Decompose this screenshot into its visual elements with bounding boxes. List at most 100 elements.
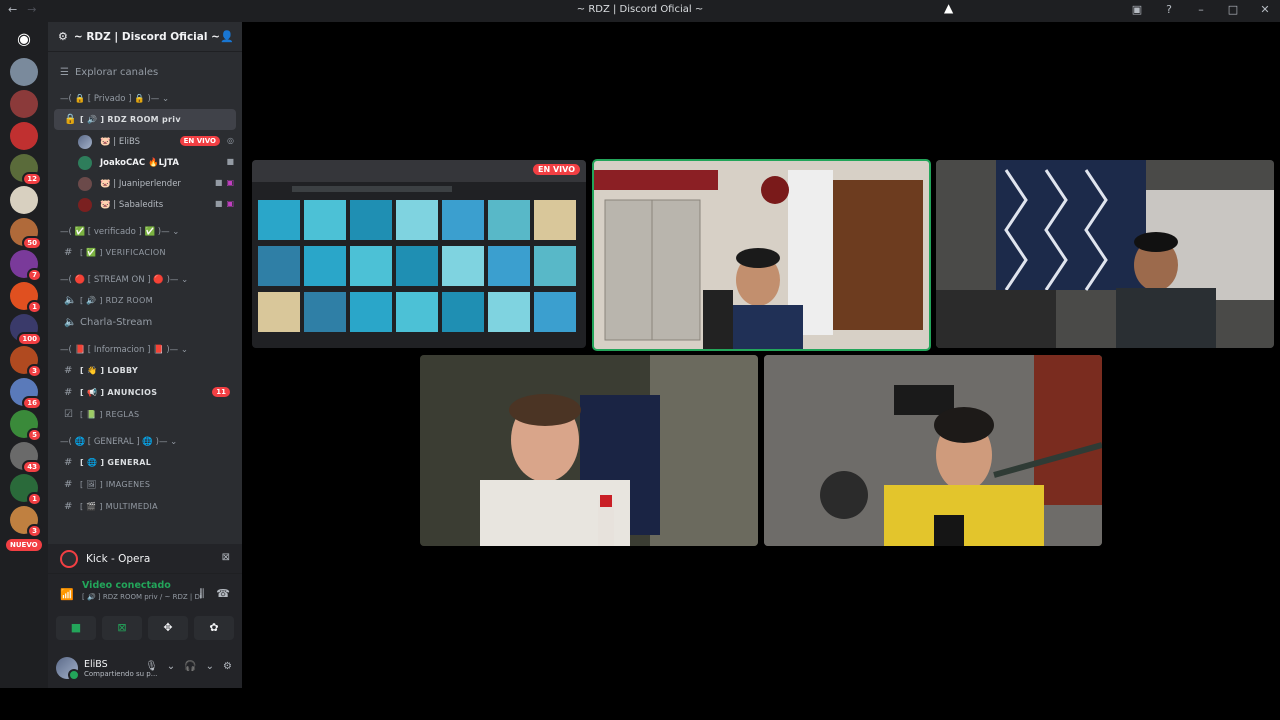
back-icon[interactable]: ← bbox=[8, 3, 17, 16]
chevron-down-icon[interactable]: ⌄ bbox=[206, 661, 214, 672]
image-thumbnail bbox=[488, 246, 530, 286]
mention-badge: 16 bbox=[22, 396, 42, 410]
soundboard-button[interactable]: ✿ bbox=[194, 616, 234, 640]
channel-room-priv[interactable]: 🔒 [ 🔊 ] RDZ ROOM priv bbox=[54, 109, 236, 130]
screen-share-button[interactable]: ⊠ bbox=[102, 616, 142, 640]
server-icon[interactable]: 7 bbox=[10, 250, 42, 282]
server-icon[interactable]: 12 bbox=[10, 154, 42, 186]
voice-user[interactable]: 🐷 | EliBS EN VIVO ◎ bbox=[48, 131, 242, 152]
chevron-down-icon[interactable]: ⌄ bbox=[167, 661, 175, 672]
voice-channel-path[interactable]: [ 🔊 ] RDZ ROOM priv / ~ RDZ | Discor... bbox=[82, 593, 202, 601]
screen-share-preview bbox=[252, 160, 586, 332]
camera-icon: ■ bbox=[214, 199, 223, 208]
hash-icon: # bbox=[64, 365, 73, 376]
server-icon[interactable]: 16 bbox=[10, 378, 42, 410]
screen-share-tile[interactable]: EN VIVO bbox=[252, 160, 586, 348]
server-icon[interactable] bbox=[10, 90, 38, 118]
video-tile[interactable] bbox=[764, 355, 1102, 546]
server-icon[interactable]: 100 bbox=[10, 314, 42, 346]
channel-imagenes[interactable]: # [ 🖼 ] IMAGENES bbox=[54, 474, 236, 495]
avatar bbox=[78, 155, 92, 170]
forward-icon[interactable]: → bbox=[27, 3, 36, 16]
user-info[interactable]: EliBS Compartiendo su p... 🎙 ⌄ 🎧 ⌄ ⚙ bbox=[48, 648, 242, 688]
gear-icon[interactable]: ⚙ bbox=[223, 661, 232, 672]
camera-button[interactable]: ■ bbox=[56, 616, 96, 640]
category-privado[interactable]: —( 🔒 [ Privado ] 🔒 )— ⌄ bbox=[48, 90, 242, 108]
close-button[interactable]: ✕ bbox=[1258, 3, 1272, 16]
explore-label: Explorar canales bbox=[74, 66, 159, 78]
server-icon[interactable] bbox=[10, 58, 38, 86]
opera-icon bbox=[60, 549, 78, 568]
server-icon[interactable] bbox=[10, 122, 38, 150]
voice-user-name: 🐷 | Juaniperlender bbox=[100, 178, 181, 189]
maximize-button[interactable]: □ bbox=[1226, 3, 1240, 16]
server-icon[interactable]: 3 bbox=[10, 346, 42, 378]
inbox-icon[interactable]: ▣ bbox=[1130, 3, 1144, 16]
server-icon[interactable]: 43 bbox=[10, 442, 42, 474]
voice-user-name: 🐷 | Sabaledits bbox=[100, 199, 164, 210]
channel-reglas[interactable]: ☑ [ 📗 ] REGLAS bbox=[54, 404, 236, 425]
disconnect-icon[interactable]: ☎ bbox=[216, 587, 230, 601]
category-verificado[interactable]: —( ✅ [ verificado ] ✅ )— ⌄ bbox=[48, 223, 242, 241]
category-general[interactable]: —( 🌐 [ GENERAL ] 🌐 )— ⌄ bbox=[48, 433, 242, 451]
headphones-icon[interactable]: 🎧 bbox=[184, 661, 196, 672]
channel-anuncios[interactable]: # [ 📢 ] ANUNCIOS 11 bbox=[54, 382, 236, 403]
channel-general[interactable]: # [ 🌐 ] GENERAL bbox=[54, 452, 236, 473]
game-icon: ▣ bbox=[226, 178, 234, 187]
microphone-icon[interactable]: 🎙 bbox=[145, 661, 158, 672]
video-tile[interactable] bbox=[420, 355, 758, 546]
mention-badge: 12 bbox=[22, 172, 42, 186]
category-informacion[interactable]: —( 📕 [ Informacion ] 📕 )— ⌄ bbox=[48, 341, 242, 359]
nav-buttons: ← → bbox=[8, 3, 36, 16]
voice-connection: 📶 Video conectado [ 🔊 ] RDZ ROOM priv / … bbox=[48, 574, 242, 614]
channel-lobby[interactable]: # [ 👋 ] LOBBY bbox=[54, 360, 236, 381]
server-icon[interactable]: 5 bbox=[10, 410, 42, 442]
server-header[interactable]: ⚙ ~ RDZ | Discord Oficial ~ ⌄ 👤 bbox=[48, 22, 242, 52]
channel-rdz-room[interactable]: 🔈 [ 🔊 ] RDZ ROOM bbox=[54, 290, 236, 311]
channel-label: [ ✅ ] VERIFICACION bbox=[80, 248, 166, 257]
unread-badge: 11 bbox=[212, 387, 230, 397]
channel-charla-stream[interactable]: 🔈 Charla-Stream bbox=[54, 312, 236, 333]
hash-icon: # bbox=[64, 479, 73, 490]
activity-row[interactable]: Kick - Opera ⊠ bbox=[48, 544, 242, 574]
server-icon[interactable]: 50 bbox=[10, 218, 42, 250]
category-stream[interactable]: —( 🔴 [ STREAM ON ] 🔴 )— ⌄ bbox=[48, 271, 242, 289]
server-icon[interactable]: 1 bbox=[10, 282, 42, 314]
activities-button[interactable]: ✥ bbox=[148, 616, 188, 640]
avatar bbox=[56, 657, 80, 681]
image-thumbnail bbox=[442, 246, 484, 286]
voice-user[interactable]: JoakoCAC 🔥LJTA ■ bbox=[48, 152, 242, 173]
server-icon[interactable] bbox=[10, 186, 38, 214]
list-icon: ☰ bbox=[60, 66, 69, 78]
camera-icon: ■ bbox=[214, 178, 223, 187]
discord-home-icon[interactable]: ◉ bbox=[10, 26, 38, 52]
hash-icon: # bbox=[64, 247, 73, 258]
voice-user[interactable]: 🐷 | Sabaledits ■ ▣ bbox=[48, 194, 242, 215]
status-icons: ■ ▣ bbox=[215, 178, 234, 187]
server-list: ◉ 12 50 7 1 100 3 16 5 43 1 3 NUEVO bbox=[0, 22, 48, 688]
voice-controls: ⫼ ☎ bbox=[199, 587, 230, 601]
add-user-icon[interactable]: 👤 bbox=[220, 30, 234, 43]
channel-label: [ 🌐 ] GENERAL bbox=[80, 458, 152, 467]
avatar bbox=[78, 134, 92, 149]
channel-multimedia[interactable]: # [ 🎬 ] MULTIMEDIA bbox=[54, 496, 236, 517]
image-thumbnail bbox=[350, 200, 392, 240]
video-tile-speaking[interactable] bbox=[592, 159, 931, 351]
explore-channels[interactable]: ☰ Explorar canales bbox=[48, 60, 242, 84]
help-icon[interactable]: ? bbox=[1162, 3, 1176, 16]
voice-user-name: 🐷 | EliBS bbox=[100, 136, 141, 147]
voice-actions: ■ ⊠ ✥ ✿ bbox=[48, 614, 242, 648]
voice-user[interactable]: 🐷 | Juaniperlender ■ ▣ bbox=[48, 173, 242, 194]
server-icon[interactable]: 1 bbox=[10, 474, 42, 506]
camera-feed bbox=[936, 160, 1274, 348]
channel-verificacion[interactable]: # [ ✅ ] VERIFICACION bbox=[54, 242, 236, 263]
minimize-button[interactable]: – bbox=[1194, 3, 1208, 16]
video-tile[interactable] bbox=[936, 160, 1274, 348]
noise-suppression-icon[interactable]: ⫼ bbox=[199, 587, 204, 601]
server-icon[interactable]: 3 bbox=[10, 506, 42, 538]
mention-badge: 43 bbox=[22, 460, 42, 474]
stop-streaming-icon[interactable]: ⊠ bbox=[222, 552, 230, 563]
live-badge: EN VIVO bbox=[179, 136, 220, 146]
eye-icon: ◎ bbox=[227, 136, 234, 145]
new-badge[interactable]: NUEVO bbox=[6, 539, 42, 551]
